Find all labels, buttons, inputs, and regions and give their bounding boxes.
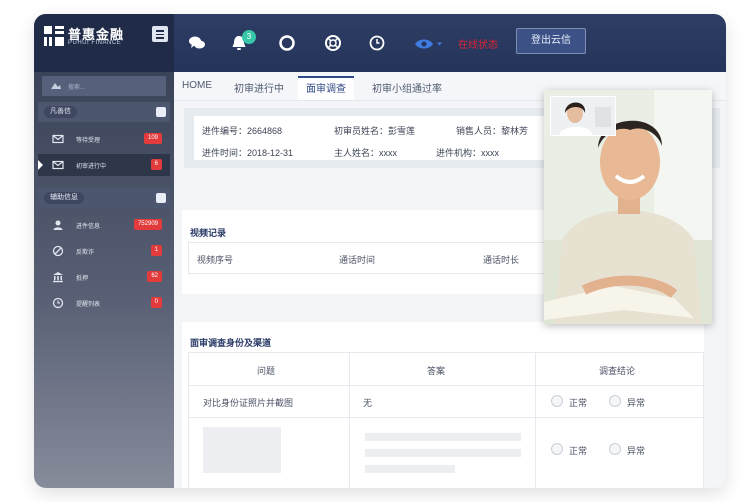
column-header: 问题	[257, 366, 276, 376]
screenshot-placeholder	[203, 427, 281, 473]
org-label: 进件机构：	[436, 148, 482, 158]
application-id: 进件编号：2664868	[202, 124, 282, 137]
sidebar-item-reminder-list[interactable]: 提醒列表 0	[38, 292, 170, 314]
identity-check-panel: 面审调查身份及渠道 问题 答案 调查结论 对比身份证照片并截图 无 正常 异常 …	[182, 322, 705, 488]
column-header: 视频序号	[197, 255, 234, 265]
search-icon	[51, 83, 61, 89]
local-video-feed	[551, 97, 615, 135]
brand-logo-icon	[44, 26, 64, 46]
sidebar-item-mortgage[interactable]: 抵押 62	[38, 266, 170, 288]
reviewer-label: 初审员姓名：	[334, 126, 389, 136]
sidebar-item-in-review[interactable]: 初审进行中 6	[38, 154, 170, 176]
count-badge: 752909	[133, 219, 162, 230]
sidebar-item-label: 抵押	[76, 276, 89, 282]
search-placeholder: 搜索...	[68, 85, 86, 91]
application-org: 进件机构：xxxx	[436, 146, 499, 159]
count-badge: 62	[147, 271, 162, 282]
column-header: 调查结论	[599, 366, 636, 376]
online-status-text[interactable]: 在线状态	[458, 36, 498, 51]
sales-value: 黎林芳	[501, 126, 529, 136]
answer-cell: 无	[363, 398, 373, 408]
application-time-label: 进件时间：	[202, 148, 248, 158]
sidebar-item-application-info[interactable]: 进件信息 752909	[38, 214, 170, 236]
help-lifebuoy-icon[interactable]	[324, 34, 342, 52]
refresh-circle-icon[interactable]	[278, 34, 296, 52]
org-value: xxxx	[481, 148, 500, 158]
tab-home[interactable]: HOME	[182, 80, 212, 91]
text-placeholder	[365, 433, 521, 441]
count-badge: 1	[150, 245, 162, 256]
application-time-value: 2018-12-31	[247, 148, 294, 158]
sidebar-item-label: 进件信息	[76, 224, 101, 230]
radio-normal[interactable]	[551, 395, 563, 407]
sidebar-section-header[interactable]: 辅助信息	[38, 188, 170, 208]
radio-normal[interactable]	[551, 443, 563, 455]
expand-icon[interactable]	[156, 193, 166, 203]
chat-icon[interactable]	[188, 34, 206, 52]
sidebar: 搜索... 凡善信 等待受理 109 初审进行中 6 辅助信息 进件信息 752…	[34, 72, 174, 488]
radio-abnormal-label: 异常	[627, 446, 646, 456]
mail-icon	[52, 160, 64, 170]
chevron-down-icon	[437, 42, 442, 46]
radio-normal-label: 正常	[569, 398, 588, 408]
owner-name: 主人姓名：xxxx	[334, 146, 397, 159]
question-cell: 对比身份证照片并截图	[203, 398, 294, 408]
application-id-value: 2664868	[247, 126, 283, 136]
expand-icon[interactable]	[156, 107, 166, 117]
sales-person: 销售人员：黎林芳	[456, 124, 528, 137]
radio-abnormal-label: 异常	[627, 398, 646, 408]
menu-toggle-button[interactable]	[152, 26, 168, 42]
app-window: 普惠金融 PUHUI FINANCE 3 在线状态 登出云信 搜索... 凡善信…	[34, 14, 726, 488]
active-item-marker	[38, 160, 43, 170]
text-placeholder	[365, 465, 455, 473]
column-header: 答案	[427, 366, 446, 376]
tab-interview-investigation[interactable]: 面审调查	[298, 76, 354, 100]
column-header: 通话时间	[339, 255, 376, 265]
count-badge: 6	[150, 159, 162, 170]
count-badge: 109	[143, 133, 162, 144]
brand-subtitle: PUHUI FINANCE	[68, 40, 122, 46]
sidebar-item-anti-fraud[interactable]: 反欺诈 1	[38, 240, 170, 262]
reviewer-value: 彭雪莲	[388, 126, 416, 136]
application-id-label: 进件编号：	[202, 126, 248, 136]
owner-label: 主人姓名：	[334, 148, 380, 158]
sales-label: 销售人员：	[456, 126, 502, 136]
identity-check-title: 面审调查身份及渠道	[190, 338, 272, 348]
sidebar-search-input[interactable]: 搜索...	[42, 76, 166, 96]
sidebar-section-label: 凡善信	[44, 106, 77, 118]
visibility-eye-icon[interactable]	[414, 38, 444, 50]
user-icon	[53, 220, 63, 230]
sidebar-item-label: 初审进行中	[76, 164, 107, 170]
sidebar-item-waiting[interactable]: 等待受理 109	[38, 128, 170, 150]
video-records-title: 视频记录	[190, 228, 227, 238]
reminder-clock-icon	[52, 297, 64, 309]
application-time: 进件时间：2018-12-31	[202, 146, 293, 159]
top-header: 普惠金融 PUHUI FINANCE 3 在线状态 登出云信	[34, 14, 726, 72]
sidebar-item-label: 反欺诈	[76, 250, 95, 256]
logout-button[interactable]: 登出云信	[516, 28, 586, 54]
identity-check-table: 问题 答案 调查结论 对比身份证照片并截图 无 正常 异常 正常 异常	[188, 352, 705, 488]
bank-icon	[53, 272, 63, 283]
sidebar-section-label: 辅助信息	[44, 192, 84, 204]
column-header: 通话时长	[483, 255, 520, 265]
reviewer-name: 初审员姓名：彭雪莲	[334, 124, 415, 137]
brand-area: 普惠金融 PUHUI FINANCE	[34, 14, 174, 72]
sidebar-item-label: 等待受理	[76, 138, 101, 144]
sidebar-section-header[interactable]: 凡善信	[38, 102, 170, 122]
mail-icon	[52, 134, 64, 144]
owner-value: xxxx	[379, 148, 398, 158]
text-placeholder	[365, 449, 521, 457]
ban-icon	[52, 245, 64, 257]
video-call-window[interactable]	[544, 90, 712, 324]
clock-icon[interactable]	[368, 34, 386, 52]
count-badge: 0	[150, 297, 162, 308]
notification-count-badge: 3	[242, 30, 256, 44]
radio-abnormal[interactable]	[609, 395, 621, 407]
radio-normal-label: 正常	[569, 446, 588, 456]
tab-initial-review[interactable]: 初审进行中	[234, 80, 284, 95]
sidebar-item-label: 提醒列表	[76, 302, 101, 308]
radio-abnormal[interactable]	[609, 443, 621, 455]
tab-pass-rate[interactable]: 初审小组通过率	[372, 80, 442, 95]
local-video-preview[interactable]	[550, 96, 616, 136]
